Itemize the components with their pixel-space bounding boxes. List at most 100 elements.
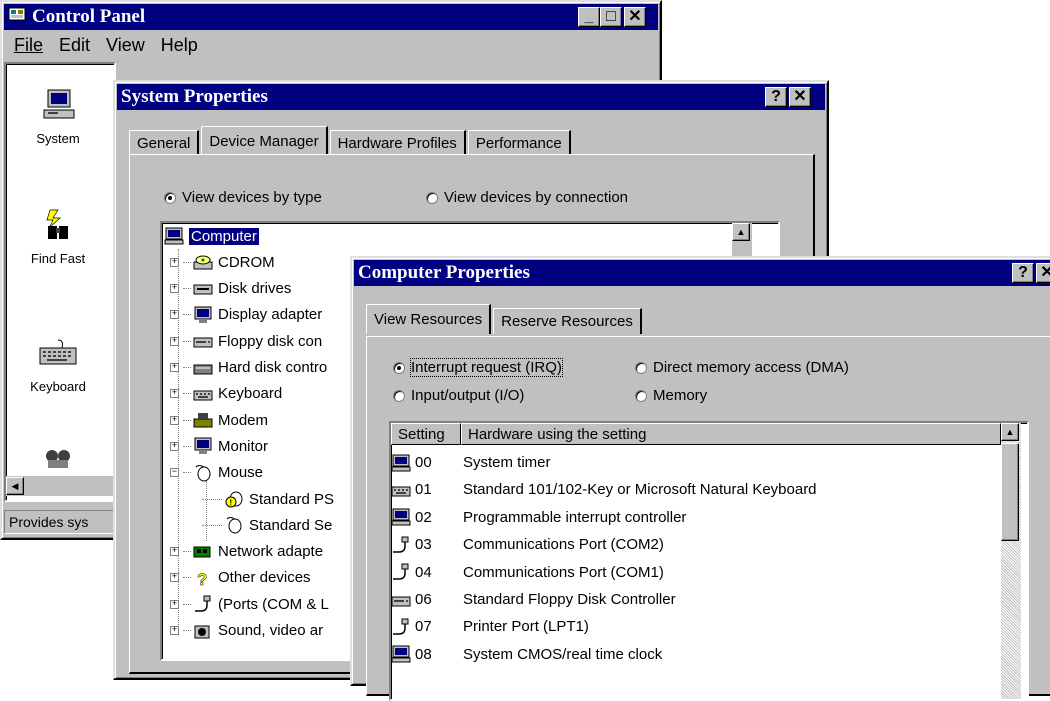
radio-indicator [393,389,405,402]
floppy-icon [391,591,411,609]
tab-device-manager[interactable]: Device Manager [201,126,328,156]
close-button[interactable]: ✕ [1036,263,1050,283]
tree-item-label: Other devices [218,569,311,587]
list-item[interactable]: 06 Standard Floppy Disk Controller [391,586,676,613]
computer-properties-titlebar[interactable]: Computer Properties ? ✕ [354,260,1050,286]
tab-hardware-profiles[interactable]: Hardware Profiles [329,130,466,156]
tree-connector [183,261,191,263]
control-panel-menubar: File Edit View Help [6,32,206,58]
tree-item[interactable]: +? Other devices [170,565,311,591]
hardware-name: Standard Floppy Disk Controller [463,591,676,608]
tab-view-resources[interactable]: View Resources [366,304,492,334]
expand-icon[interactable]: + [170,284,179,294]
expand-icon[interactable]: + [170,441,179,451]
close-button[interactable]: ✕ [624,7,646,27]
help-button[interactable]: ? [1012,263,1034,283]
cp-item-joystick[interactable] [8,448,108,477]
tab-performance[interactable]: Performance [467,130,571,156]
tree-item[interactable]: + CDROM [170,249,275,275]
tree-item[interactable]: + Sound, video ar [170,618,323,644]
list-item[interactable]: 07 Printer Port (LPT1) [391,613,589,640]
control-panel-titlebar[interactable]: Control Panel _ □ ✕ [4,4,658,30]
scroll-thumb[interactable] [1001,443,1019,541]
menu-file[interactable]: File [14,35,43,56]
tree-connector [183,314,191,316]
io-radio[interactable]: Input/output (I/O) [393,387,524,404]
tree-item-label: Modem [218,411,269,429]
column-header-setting[interactable]: Setting [391,423,461,445]
close-button[interactable]: ✕ [789,87,811,107]
joystick-icon [8,448,108,471]
tree-item[interactable]: + Disk drives [170,276,291,302]
control-panel-hscrollbar[interactable]: ◀ [6,476,116,496]
expand-icon[interactable]: + [170,389,179,399]
tab-reserve-resources[interactable]: Reserve Resources [493,308,642,334]
expand-icon[interactable]: + [170,363,179,372]
cp-item-system[interactable]: System [8,88,108,146]
resource-list[interactable]: Setting Hardware using the setting 00 Sys… [389,421,1029,701]
tab-general[interactable]: General [129,130,200,156]
view-by-connection-radio[interactable]: View devices by connection [426,189,628,206]
scroll-up-button[interactable]: ▲ [732,223,750,241]
tree-item-label: Sound, video ar [218,622,324,639]
irq-radio[interactable]: Interrupt request (IRQ) [393,358,563,377]
setting-value: 04 [415,563,432,581]
expand-icon[interactable]: + [170,599,179,609]
tree-item-label: Keyboard [218,385,283,403]
tree-connector [183,393,191,395]
network-card-icon [193,543,213,561]
maximize-button[interactable]: □ [600,7,622,27]
scroll-left-button[interactable]: ◀ [6,477,24,495]
tree-item-label: Standard Se [249,516,333,534]
list-item[interactable]: 08 System CMOS/real time clock [391,641,662,668]
expand-icon[interactable]: + [170,310,179,320]
tree-item[interactable]: + (Ports (COM & L [170,591,329,617]
expand-icon[interactable]: + [170,257,179,267]
tree-item-label: Standard PS [249,490,335,508]
memory-radio[interactable]: Memory [635,387,707,404]
dma-label: Direct memory access (DMA) [653,359,849,376]
cp-item-keyboard[interactable]: Keyboard [8,336,108,394]
expand-icon[interactable]: + [170,547,179,557]
expand-icon[interactable]: + [170,573,179,583]
tree-item[interactable]: + Keyboard [170,381,282,407]
expand-icon[interactable]: + [170,626,179,635]
view-by-type-radio[interactable]: View devices by type [164,189,322,206]
expand-icon[interactable]: + [170,415,179,425]
list-item[interactable]: 04 Communications Port (COM1) [391,559,664,586]
setting-value: 03 [415,536,432,554]
setting-cell: 01 [391,481,463,499]
list-item[interactable]: 01 Standard 101/102-Key or Microsoft Natu… [391,476,817,503]
column-header-hardware[interactable]: Hardware using the setting [461,423,1001,445]
tree-item[interactable]: + Floppy disk con [170,328,322,354]
tree-item[interactable]: Standard Se [202,512,332,538]
list-item[interactable]: 00 System timer [391,449,551,476]
cp-item-find-fast[interactable]: Find Fast [8,208,108,266]
menu-view[interactable]: View [106,35,145,56]
collapse-icon[interactable]: − [170,468,179,478]
view-by-connection-label: View devices by connection [444,189,628,206]
resource-list-scrollbar[interactable]: ▲ [1001,423,1021,699]
expand-icon[interactable]: + [170,336,179,346]
menu-help[interactable]: Help [161,35,198,56]
tree-item[interactable]: + Monitor [170,433,268,459]
tree-item[interactable]: + Hard disk contro [170,355,327,381]
scroll-up-button[interactable]: ▲ [1001,423,1019,441]
tree-item[interactable]: + Modem [170,407,268,433]
help-button[interactable]: ? [765,87,787,107]
tree-connector [183,288,191,290]
tree-item[interactable]: Computer [164,223,259,249]
monitor-icon [193,306,213,324]
computer-icon [391,454,411,472]
tree-item[interactable]: − Mouse [170,460,263,486]
tree-item-label: (Ports (COM & L [218,595,329,613]
list-item[interactable]: 02 Programmable interrupt controller [391,504,686,531]
menu-edit[interactable]: Edit [59,35,90,56]
dma-radio[interactable]: Direct memory access (DMA) [635,359,849,376]
list-item[interactable]: 03 Communications Port (COM2) [391,531,664,558]
tree-item[interactable]: + Network adapte [170,539,323,565]
tree-item[interactable]: + Display adapter [170,302,322,328]
system-properties-titlebar[interactable]: System Properties ? ✕ [117,84,825,110]
minimize-button[interactable]: _ [578,7,600,27]
tree-item[interactable]: ! Standard PS [202,486,334,512]
